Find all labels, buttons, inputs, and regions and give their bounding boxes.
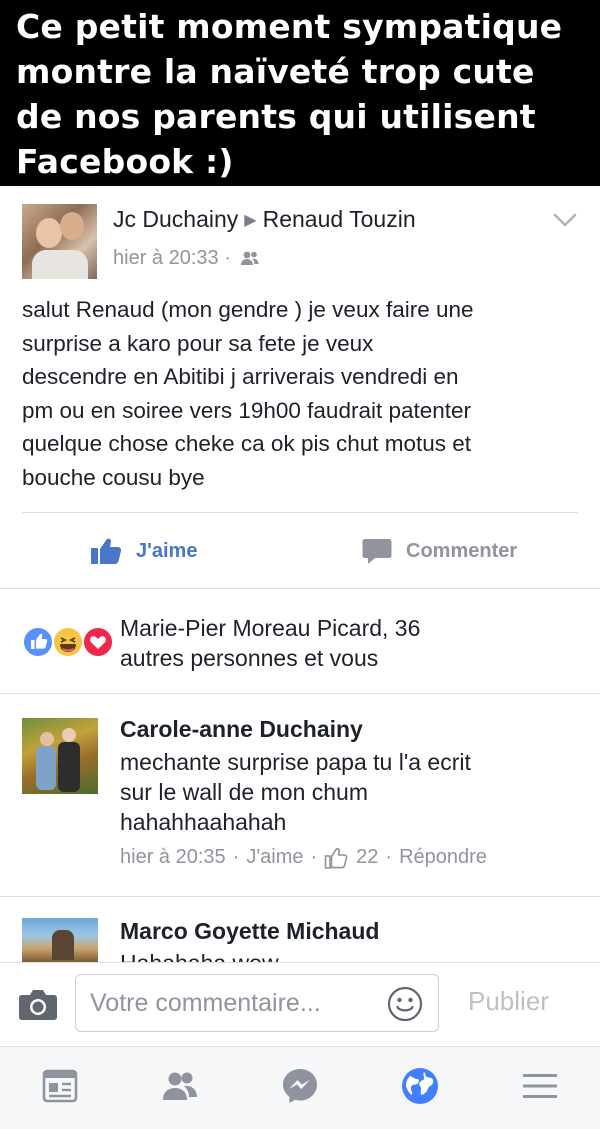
commenter-avatar[interactable] [22,718,98,794]
menu-icon[interactable] [520,1066,560,1106]
post-recipient-name[interactable]: Renaud Touzin [263,206,416,232]
comment-icon [362,539,392,564]
comment-like-count[interactable]: 22 [356,846,378,869]
comment-author-name[interactable]: Marco Goyette Michaud [120,918,379,945]
comment-text: mechante surprise papa tu l'a ecrit sur … [120,749,471,835]
post-body: salut Renaud (mon gendre ) je veux faire… [22,297,474,490]
section-divider [0,896,600,897]
messenger-icon[interactable] [280,1066,320,1106]
commenter-avatar[interactable] [22,918,98,962]
comment-like-link[interactable]: J'aime [246,846,303,869]
like-label: J'aime [136,539,198,562]
comment-input[interactable] [90,987,380,1019]
camera-icon[interactable] [18,987,58,1021]
like-reaction-icon [22,626,54,658]
like-button[interactable]: J'aime [90,531,197,571]
thumbs-up-icon [91,538,122,564]
caption-text: Ce petit moment sympatique montre la naï… [16,7,563,181]
love-reaction-icon [82,626,114,658]
haha-reaction-icon [52,626,84,658]
post-header: Jc Duchainy ▶ Renaud Touzin [113,206,416,233]
friends-tab-icon[interactable] [160,1066,200,1106]
comment-label: Commenter [406,539,518,562]
emoji-icon[interactable] [387,986,423,1022]
thumbs-up-outline-icon [324,847,348,869]
caption-banner: Ce petit moment sympatique montre la naï… [0,0,600,186]
comment-reply-link[interactable]: Répondre [399,846,487,869]
reactions-summary-text[interactable]: Marie-Pier Moreau Picard, 36 autres pers… [120,613,580,673]
arrow-right-icon: ▶ [244,212,257,229]
comment-input-box[interactable] [75,974,439,1032]
comment-button[interactable]: Commenter [362,531,517,571]
post-author-name[interactable]: Jc Duchainy [113,206,238,232]
notifications-globe-icon[interactable] [400,1066,440,1106]
comment-meta: hier à 20:35 · J'aime · 22 · Répondre [120,846,487,869]
reactions-summary-icons[interactable] [22,624,114,660]
divider [22,512,578,513]
friends-icon [240,249,260,272]
comment-author-name[interactable]: Carole-anne Duchainy [120,716,363,743]
news-feed-icon[interactable] [40,1066,80,1106]
post-timestamp[interactable]: hier à 20:33 · [113,247,231,269]
post-meta: hier à 20:33 · [113,247,260,272]
chevron-down-icon[interactable] [552,210,578,230]
comment-timestamp[interactable]: hier à 20:35 [120,846,226,869]
publish-button[interactable]: Publier [468,986,549,1017]
section-divider [0,588,600,589]
author-avatar[interactable] [22,204,97,279]
section-divider [0,693,600,694]
